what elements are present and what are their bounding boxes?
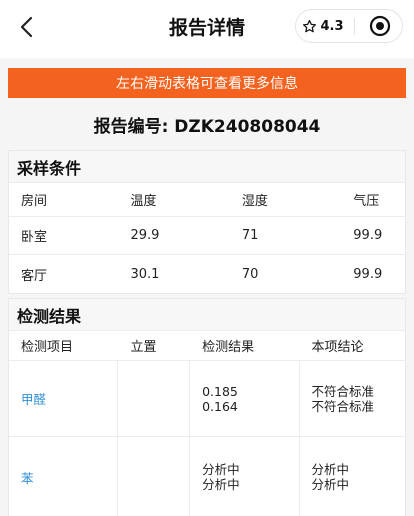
mini-program-capsule: 4.3 <box>295 9 403 43</box>
conclusion-cell: 分析中 分析中 <box>300 437 405 516</box>
capsule-divider <box>354 18 355 35</box>
conclusion-value: 不符合标准 <box>311 383 375 399</box>
temperature-cell: 29.9 <box>130 228 160 243</box>
result-cell: 0.185 0.164 <box>190 361 300 436</box>
table-row: 苯 分析中 分析中 分析中 分析中 <box>9 437 405 516</box>
position-cell <box>118 361 191 436</box>
conclusion-value: 分析中 <box>311 462 350 477</box>
result-cell: 分析中 分析中 <box>190 437 300 516</box>
conclusion-value: 不符合标准 <box>311 398 375 414</box>
result-value: 0.185 <box>202 383 238 399</box>
rating-button[interactable]: 4.3 <box>296 10 350 42</box>
test-item-cell: 苯 <box>9 437 119 516</box>
nav-bar: 报告详情 4.3 <box>0 0 414 58</box>
room-cell: 卧室 <box>21 230 48 245</box>
report-number: 报告编号: DZK240808044 <box>93 117 321 137</box>
sampling-header-row: 房间 温度 湿度 气压 <box>9 183 405 217</box>
pressure-cell: 99.9 <box>353 266 383 282</box>
results-header-row: 检测项目 立置 检测结果 本项结论 <box>9 331 405 361</box>
header-position: 立置 <box>130 340 157 355</box>
header-conclusion: 本项结论 <box>311 340 364 355</box>
header-pressure: 气压 <box>353 194 380 209</box>
target-icon <box>369 15 391 37</box>
header-room: 房间 <box>21 194 48 209</box>
detection-results-card: 检测结果 检测项目 立置 检测结果 本项结论 甲醛 0.185 0.164 不符… <box>8 298 406 516</box>
header-test-result: 检测结果 <box>202 340 255 355</box>
pressure-cell: 99.9 <box>353 228 383 243</box>
close-miniprogram-button[interactable] <box>358 10 402 42</box>
header-temperature: 温度 <box>130 194 157 209</box>
test-item-link[interactable]: 甲醛 <box>21 389 46 408</box>
position-cell <box>118 437 191 516</box>
temperature-cell: 30.1 <box>130 266 160 282</box>
humidity-cell: 70 <box>241 266 259 282</box>
sampling-title: 采样条件 <box>9 151 405 183</box>
table-row: 甲醛 0.185 0.164 不符合标准 不符合标准 <box>9 361 405 437</box>
conclusion-cell: 不符合标准 不符合标准 <box>300 361 405 436</box>
sampling-conditions-card: 采样条件 房间 温度 湿度 气压 卧室 29.9 71 99.9 客厅 30.1… <box>8 150 406 294</box>
table-row: 卧室 29.9 71 99.9 <box>9 217 405 255</box>
scroll-hint-banner: 左右滑动表格可查看更多信息 <box>8 68 406 98</box>
test-item-link[interactable]: 苯 <box>21 468 34 487</box>
rating-value: 4.3 <box>320 18 344 34</box>
table-row: 客厅 30.1 70 99.9 <box>9 255 405 293</box>
star-icon <box>303 19 317 32</box>
test-item-cell: 甲醛 <box>9 361 119 436</box>
room-cell: 客厅 <box>21 268 48 284</box>
result-value: 0.164 <box>202 398 238 414</box>
humidity-cell: 71 <box>241 228 259 243</box>
header-humidity: 湿度 <box>241 194 268 209</box>
result-value: 分析中 <box>202 477 240 492</box>
result-value: 分析中 <box>202 462 240 477</box>
conclusion-value: 分析中 <box>311 477 350 492</box>
header-test-item: 检测项目 <box>21 340 74 355</box>
results-title: 检测结果 <box>9 299 405 331</box>
